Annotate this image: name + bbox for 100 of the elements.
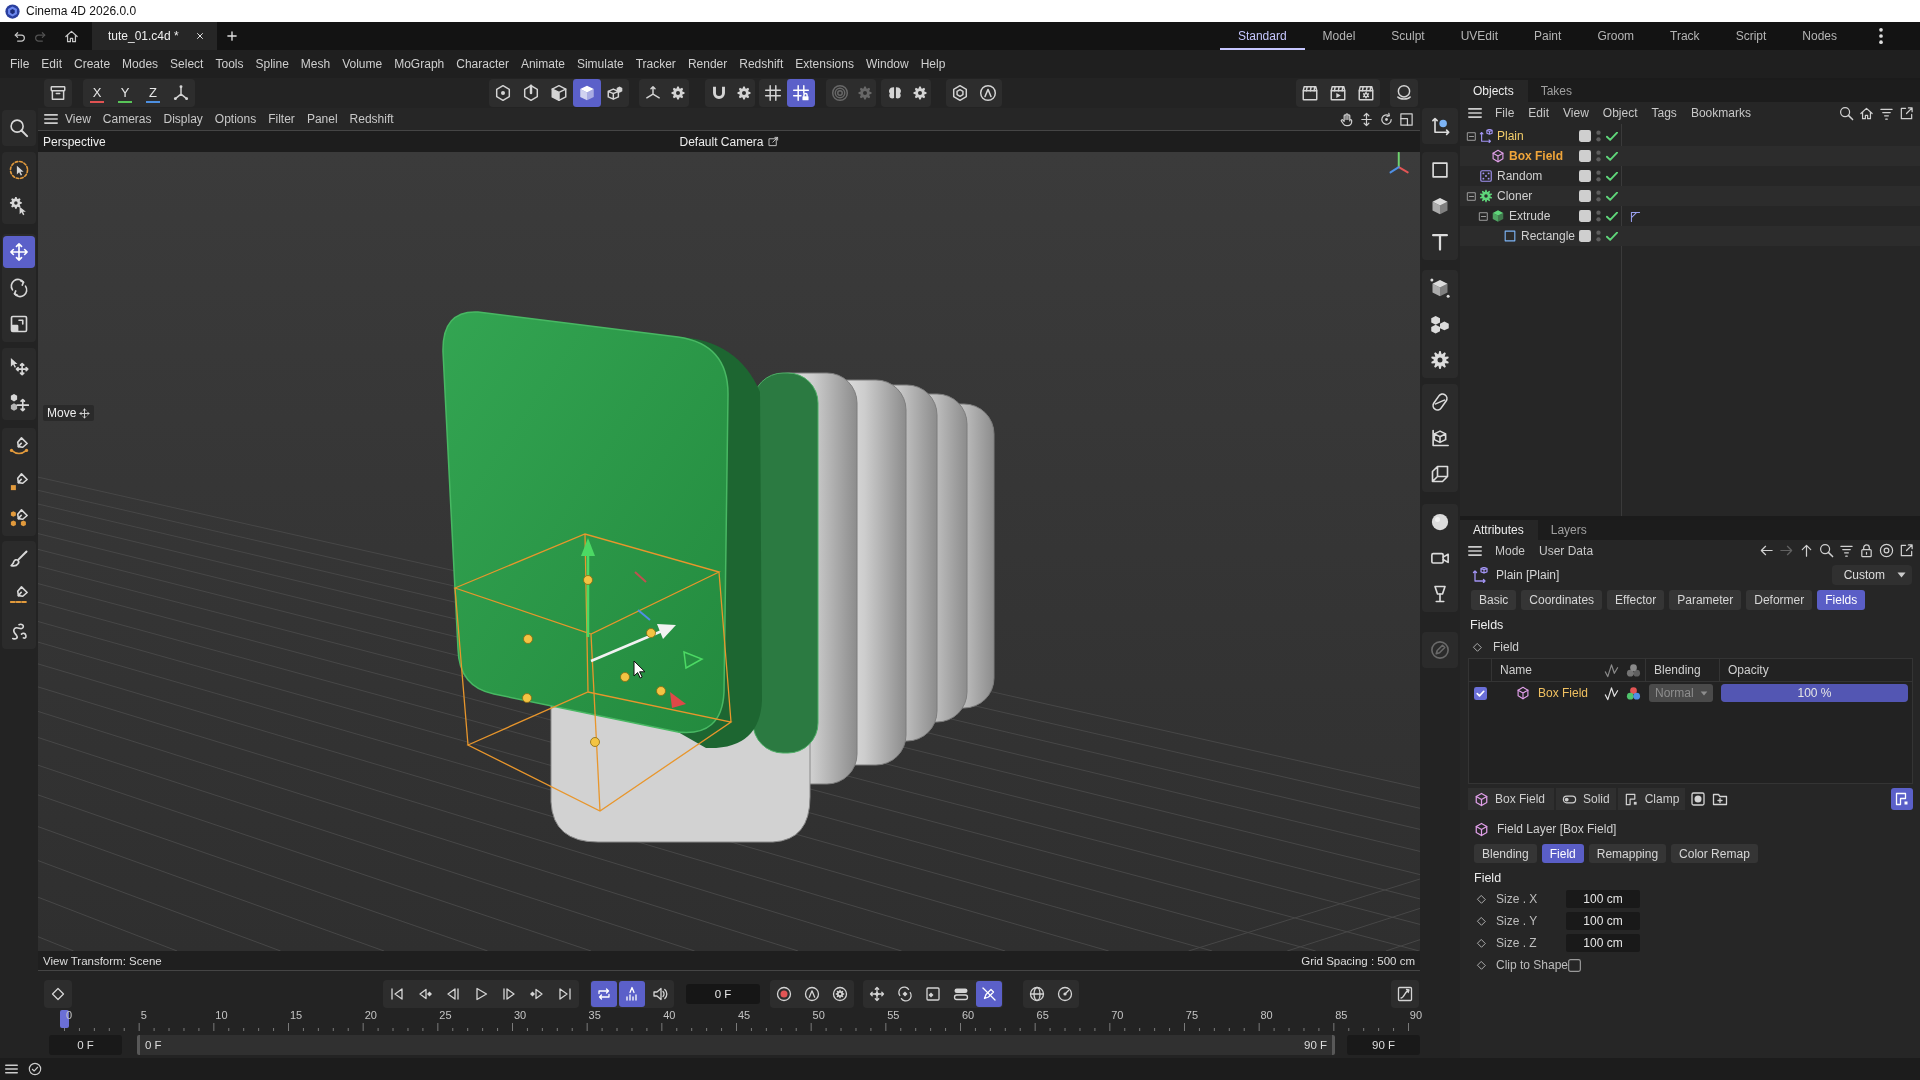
pen-line-icon[interactable]	[9, 585, 29, 605]
checkbox[interactable]	[1474, 686, 1487, 700]
menu-icon[interactable]	[1468, 108, 1482, 118]
preset-dropdown[interactable]: Custom	[1831, 565, 1912, 585]
layout-tab[interactable]: Sculpt	[1373, 22, 1443, 50]
layer-swatch-icon[interactable]	[1579, 170, 1591, 182]
search-icon[interactable]	[1819, 543, 1834, 558]
menu-item[interactable]: Animate	[514, 57, 571, 71]
page-tab[interactable]: Deformer	[1746, 590, 1813, 610]
opacity-slider[interactable]: 100 %	[1721, 684, 1908, 702]
menu-item[interactable]: Create	[68, 57, 117, 71]
menu-item[interactable]: View	[1556, 106, 1596, 120]
capsule-icon[interactable]	[1430, 392, 1450, 412]
clamp-icon[interactable]	[1891, 788, 1913, 810]
grid-lock-icon[interactable]	[787, 79, 815, 107]
hand-icon[interactable]	[1339, 111, 1354, 127]
range-end-field[interactable]: 90 F	[1347, 1035, 1420, 1055]
tree-row[interactable]: Cloner	[1460, 186, 1920, 206]
checkbox[interactable]	[1568, 958, 1582, 972]
menu-item[interactable]: Render	[681, 57, 734, 71]
panel-tab[interactable]: Objects	[1460, 80, 1528, 102]
check-icon[interactable]	[1606, 131, 1618, 141]
skip-end-icon[interactable]	[557, 986, 573, 1002]
toolbar-button[interactable]: Box Field	[1468, 788, 1554, 810]
key-rotate-icon[interactable]	[897, 986, 913, 1002]
minus-box-icon[interactable]	[1478, 210, 1489, 222]
cube-icon[interactable]	[1430, 196, 1450, 216]
circle-chevron-icon[interactable]	[979, 84, 997, 102]
clapperboard-gear-icon[interactable]	[1357, 84, 1375, 102]
axis-corner-icon[interactable]	[1430, 116, 1450, 136]
record-square-icon[interactable]	[1690, 791, 1707, 807]
arrow-left-icon[interactable]	[1759, 543, 1774, 558]
home-icon[interactable]	[1859, 105, 1874, 121]
menu-item[interactable]: Modes	[116, 57, 165, 71]
frame-field[interactable]: 0 F	[686, 984, 760, 1004]
range-start-field[interactable]: 0 F	[49, 1035, 122, 1055]
menu-item[interactable]: File	[4, 57, 36, 71]
page-tab[interactable]: Blending	[1474, 844, 1537, 863]
page-tab[interactable]: Field	[1541, 844, 1584, 863]
diamond-icon[interactable]	[50, 986, 66, 1002]
layout-tab[interactable]: Groom	[1579, 22, 1653, 50]
toolbar-button[interactable]: Solid	[1556, 788, 1616, 810]
gear-icon[interactable]	[737, 86, 751, 100]
brush-icon[interactable]	[9, 549, 29, 569]
axis-icon[interactable]	[644, 84, 662, 102]
oblique-cube-icon[interactable]	[1430, 464, 1450, 484]
diamond-icon[interactable]	[1476, 937, 1487, 949]
layout-tab[interactable]: UVEdit	[1442, 22, 1516, 50]
angle-tag-icon[interactable]	[1629, 209, 1642, 223]
page-tab[interactable]: Effector	[1607, 590, 1665, 610]
menu-item[interactable]: Redshift	[343, 112, 400, 126]
gear-icon[interactable]	[671, 86, 685, 100]
curve-graph-icon[interactable]	[1397, 986, 1413, 1002]
menu-item[interactable]: Spline	[249, 57, 295, 71]
square-split-icon[interactable]	[1399, 111, 1414, 127]
axis-lock-button[interactable]: Z	[146, 83, 160, 103]
skip-start-icon[interactable]	[389, 986, 405, 1002]
check-icon[interactable]	[1606, 191, 1618, 201]
layer-swatch-icon[interactable]	[1579, 210, 1591, 222]
next-key-icon[interactable]	[529, 986, 545, 1002]
cube-face-icon[interactable]	[550, 84, 568, 102]
lock-icon[interactable]	[1859, 543, 1874, 558]
key-scale-icon[interactable]	[925, 986, 941, 1002]
menu-item[interactable]: Edit	[1521, 106, 1557, 120]
camera-name[interactable]: Default Camera	[679, 134, 764, 149]
menu-item[interactable]: Panel	[300, 112, 344, 126]
folder-plus-icon[interactable]	[1712, 791, 1729, 807]
menu-icon[interactable]	[5, 1064, 18, 1074]
menu-item[interactable]: Edit	[35, 57, 69, 71]
menu-icon[interactable]	[1468, 545, 1482, 556]
target-icon[interactable]	[1879, 543, 1894, 558]
rotate-icon[interactable]	[9, 278, 29, 298]
menu-item[interactable]: File	[1488, 106, 1522, 120]
plus-icon[interactable]	[225, 30, 238, 42]
cube-pair-icon[interactable]	[606, 84, 624, 102]
pen-slash-icon[interactable]	[976, 981, 1002, 1007]
layer-swatch-icon[interactable]	[1579, 150, 1591, 162]
menu-item[interactable]: Window	[859, 57, 915, 71]
vertical-dots-icon[interactable]	[1879, 28, 1883, 44]
speaker-icon[interactable]	[652, 986, 668, 1002]
menu-item[interactable]: Filter	[262, 112, 301, 126]
t-shape-icon[interactable]	[1430, 232, 1450, 252]
diamond-icon[interactable]	[1476, 915, 1487, 927]
tree-row[interactable]: Rectangle	[1460, 226, 1920, 246]
layout-tab[interactable]: Paint	[1516, 22, 1580, 50]
menu-item[interactable]: MoGraph	[388, 57, 451, 71]
layer-swatch-icon[interactable]	[1579, 190, 1591, 202]
bars-icon[interactable]	[619, 981, 645, 1007]
menu-item[interactable]: Options	[208, 112, 263, 126]
menu-item[interactable]: Mode	[1488, 543, 1533, 558]
key-move-icon[interactable]	[869, 986, 885, 1002]
timeline-ruler[interactable]: 0 5 10 15 20 25 30 35 40 45 50 55 60 65 70 75 80 85 90	[38, 1009, 1420, 1031]
page-tab[interactable]: Basic	[1471, 590, 1517, 610]
cursor-move-icon[interactable]	[9, 356, 29, 376]
panel-tab[interactable]: Takes	[1527, 80, 1587, 102]
gear-circle-icon[interactable]	[832, 986, 848, 1002]
menu-icon[interactable]	[44, 114, 58, 124]
toggles-icon[interactable]	[953, 986, 969, 1002]
panel-tab[interactable]: Attributes	[1460, 520, 1538, 540]
check-icon[interactable]	[1606, 171, 1618, 181]
